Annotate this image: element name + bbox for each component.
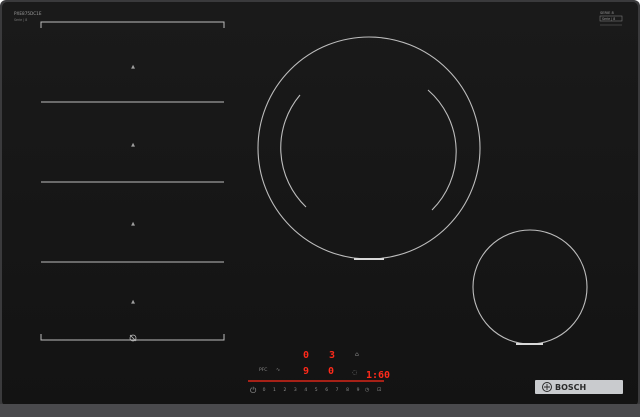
zone-power-display-mid: 3: [329, 350, 335, 361]
function-label[interactable]: PFC: [259, 367, 267, 373]
zone-select-icon[interactable]: ⌂: [355, 351, 359, 358]
touch-scale-step[interactable]: 1: [273, 387, 276, 393]
series-badge-text: Serie | 8: [602, 17, 615, 21]
lock-icon[interactable]: ⊡: [377, 387, 381, 393]
power-button-icon[interactable]: ⏻: [250, 386, 257, 395]
touch-scale-step[interactable]: 3: [294, 387, 297, 393]
pan-icon[interactable]: ◌: [352, 369, 357, 376]
touch-scale-step[interactable]: 7: [336, 387, 339, 393]
model-sublabel: Serie | 8: [14, 18, 27, 22]
touch-scale-step[interactable]: 9: [357, 387, 360, 393]
wave-icon[interactable]: ∿: [276, 367, 280, 373]
touch-scale-step[interactable]: 8: [346, 387, 349, 393]
touch-scale-step[interactable]: 4: [304, 387, 307, 393]
touch-scale-step[interactable]: 0: [263, 387, 266, 393]
touch-scale-step[interactable]: 2: [283, 387, 286, 393]
zone-level-display-left: 9: [303, 366, 309, 377]
flex-section-3-marker-icon: ▲: [131, 221, 135, 227]
timer-display: 1:60: [366, 370, 390, 381]
timer-icon[interactable]: ◷: [365, 387, 370, 393]
model-label: PXE875DC1E: [14, 11, 42, 16]
flex-section-1-marker-icon: ▲: [131, 64, 135, 70]
flex-section-4-marker-icon: ▲: [131, 299, 135, 305]
induction-cooktop: PXE875DC1E Serie | 8 SERIE 8 Serie | 8 ▲…: [0, 0, 640, 417]
zone-power-display-left: 0: [303, 350, 309, 361]
touch-scale-step[interactable]: 5: [315, 387, 318, 393]
zone-level-display-mid: 0: [328, 366, 334, 377]
glass-surface: [2, 2, 638, 406]
touch-scale-step[interactable]: 6: [325, 387, 328, 393]
series-label: SERIE 8: [600, 11, 615, 15]
brand-badge: BOSCH: [535, 380, 623, 394]
bottom-trim: [0, 404, 640, 417]
flex-section-2-marker-icon: ▲: [131, 142, 135, 148]
brand-name: BOSCH: [555, 383, 586, 392]
